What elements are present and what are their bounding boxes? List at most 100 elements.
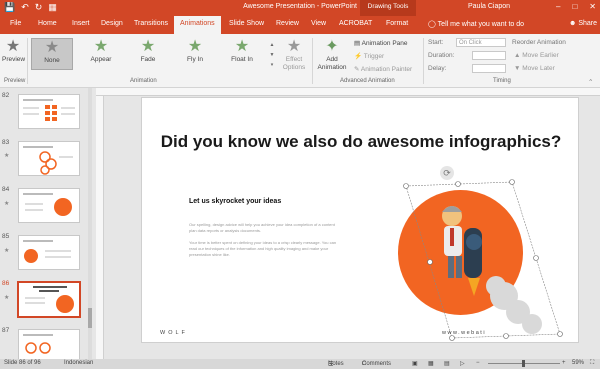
resize-handles[interactable] [403,179,563,341]
ribbon-tabs: File Home Insert Design Transitions Anim… [0,16,600,34]
collapse-ribbon-icon[interactable]: ⌃ [588,78,593,86]
effect-options-icon: ★ [286,38,302,55]
add-animation-button[interactable]: ✦ Add Animation [314,38,350,72]
thumb-number: 85 [2,233,10,240]
close-icon[interactable]: ✕ [589,2,596,11]
animation-none[interactable]: ★ None [31,38,73,70]
window-controls: – □ ✕ [556,2,596,11]
normal-view-icon[interactable]: ▣ [412,360,418,367]
scroll-down-icon[interactable]: ▼ [268,50,276,60]
slide-sorter-icon[interactable]: ▦ [428,360,434,367]
animation-painter-label: Animation Painter [360,66,413,73]
smoke-trail [486,276,542,334]
more-icon[interactable]: ▾ [268,60,276,70]
star-icon: ★ [140,38,156,55]
astronaut-leg [456,256,462,278]
zoom-out-icon[interactable]: − [476,360,480,366]
astronaut-illustration[interactable] [392,178,572,344]
duration-field[interactable] [472,51,506,60]
slide-thumbnail[interactable] [18,188,80,223]
painter-icon: ✎ [354,66,360,73]
trigger-button[interactable]: ⚡ Trigger [354,52,384,60]
title-bar: 💾 ↶ ↻ ▦ Awesome Presentation - PowerPoin… [0,0,600,16]
reading-view-icon[interactable]: ▤ [444,360,450,367]
thumb-graphic [23,334,53,354]
tab-file[interactable]: File [10,20,21,27]
separator [27,38,28,84]
gallery-scroll[interactable]: ▲ ▼ ▾ [268,40,276,72]
animation-fade[interactable]: ★ Fade [127,38,169,70]
slideshow-icon[interactable]: ▷ [460,360,465,367]
advanced-group-label: Advanced Animation [340,78,395,84]
animation-float-in[interactable]: ★ Float In [221,38,263,70]
comments-label: Comments [362,361,392,367]
start-select[interactable]: On Click [456,38,506,47]
arrow-up-icon: ▲ [514,52,521,59]
animation-fly-in[interactable]: ★ Fly In [174,38,216,70]
tell-me-search[interactable]: ◯ Tell me what you want to do [428,20,524,28]
preview-button[interactable]: ★ Preview [2,38,25,64]
slide-thumbnail[interactable] [18,141,80,176]
duration-label: Duration: [428,52,455,59]
slide-thumbnail-pane: 82 83 ★ 84 ★ 85 ★ 86 ★ 87 [0,88,92,364]
zoom-slider-thumb[interactable] [522,360,525,367]
slide-thumbnail-selected[interactable] [18,282,80,317]
scroll-up-icon[interactable]: ▲ [268,40,276,50]
astronaut-leg [448,256,454,278]
trigger-label: Trigger [363,53,385,60]
language-indicator[interactable]: Indonesian [64,360,93,366]
contextual-tab-label: Drawing Tools [360,0,416,16]
thumb-number: 87 [2,327,10,334]
tab-slide-show[interactable]: Slide Show [229,20,264,27]
slide-canvas[interactable]: Did you know we also do awesome infograp… [141,97,579,343]
share-button[interactable]: ☻ Share [569,20,597,27]
tab-design[interactable]: Design [101,20,123,27]
animation-appear[interactable]: ★ Appear [80,38,122,70]
slide-logo: WOLF [160,330,188,336]
fit-to-window-icon[interactable]: ⛶ [590,360,594,367]
zoom-level[interactable]: 59% [572,360,584,366]
user-name[interactable]: Paula Ciapon [468,3,510,10]
move-earlier-label: Move Earlier [522,52,559,59]
preview-group-label: Preview [4,78,26,84]
animation-group-label: Animation [130,78,157,84]
notes-label: Notes [328,361,344,367]
move-later-button[interactable]: ▼ Move Later [514,65,555,72]
delay-label: Delay: [428,65,447,72]
add-animation-icon: ✦ [325,38,339,55]
tab-transitions[interactable]: Transitions [134,20,168,27]
animation-pane-button[interactable]: ▤ Animation Pane [354,39,408,47]
move-earlier-button[interactable]: ▲ Move Earlier [514,52,559,59]
separator [423,38,424,84]
slide-thumbnail[interactable] [18,235,80,270]
slide-thumbnail[interactable] [18,94,80,129]
star-icon: ★ [187,38,203,55]
star-icon: ★ [234,38,250,55]
arrow-down-icon: ▼ [514,65,521,72]
slide-title[interactable]: Did you know we also do awesome infograp… [142,132,580,151]
animation-star-icon: ★ [4,201,10,207]
tab-view[interactable]: View [311,20,326,27]
tab-format[interactable]: Format [386,20,408,27]
animation-label: Fade [140,56,156,63]
tab-insert[interactable]: Insert [72,20,90,27]
animation-star-icon: ★ [4,153,10,159]
person-icon: ☻ [569,20,577,27]
tab-acrobat[interactable]: ACROBAT [339,20,372,27]
animation-painter-button[interactable]: ✎ Animation Painter [354,65,412,73]
tab-home[interactable]: Home [38,20,57,27]
delay-field[interactable] [472,64,506,73]
slide-paragraph[interactable]: Your time is better spent on defining yo… [189,240,341,258]
astronaut-tie [450,228,454,246]
tab-review[interactable]: Review [276,20,299,27]
scroll-thumb[interactable] [88,308,92,328]
effect-options-button[interactable]: ★ Effect Options [280,38,308,72]
thumbnail-scrollbar[interactable] [88,88,92,359]
slide-paragraph[interactable]: Our spelling, design advice will help yo… [189,222,341,234]
restore-icon[interactable]: □ [572,2,577,11]
slide-subtitle[interactable]: Let us skyrocket your ideas [189,198,281,205]
minimize-icon[interactable]: – [556,2,560,11]
tab-animations[interactable]: Animations [174,16,221,34]
zoom-in-icon[interactable]: + [562,360,566,366]
tell-me-placeholder: Tell me what you want to do [437,21,525,28]
